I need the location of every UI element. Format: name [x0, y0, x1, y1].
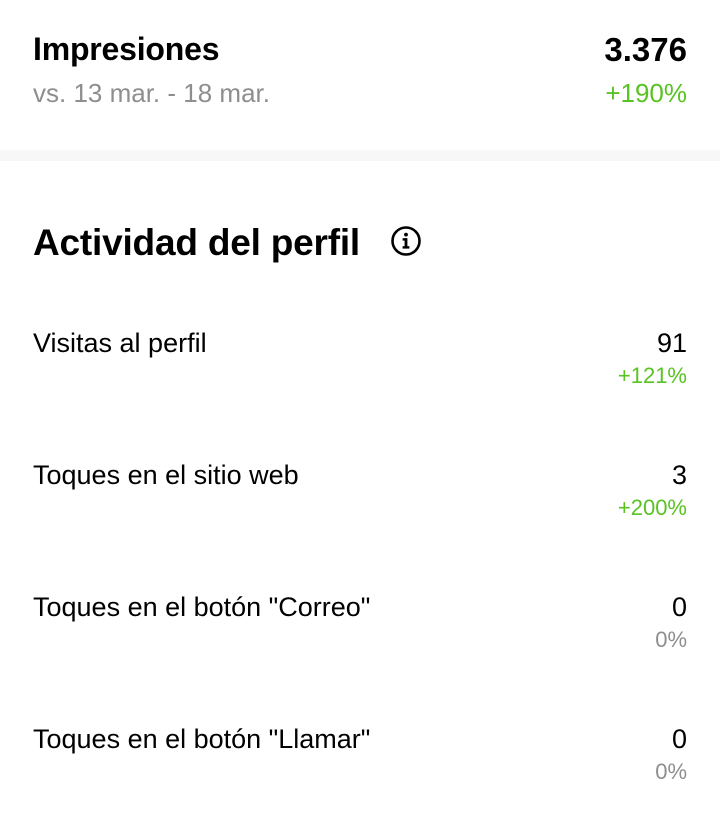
metric-label: Toques en el botón "Llamar" [33, 724, 371, 754]
section-title: Actividad del perfil [33, 222, 361, 263]
metric-label: Visitas al perfil [33, 328, 207, 358]
metric-change: +121% [617, 363, 687, 388]
metric-change: +200% [617, 495, 687, 520]
metric-row-profile-visits[interactable]: Visitas al perfil 91 +121% [0, 327, 720, 427]
metric-value: 91 [656, 328, 687, 358]
impressions-value: 3.376 [604, 31, 687, 68]
metric-change: 0% [655, 627, 687, 652]
info-icon[interactable] [390, 225, 422, 257]
metric-row-website-taps[interactable]: Toques en el sitio web 3 +200% [0, 459, 720, 559]
metric-change: 0% [655, 759, 687, 784]
impressions-change: +190% [605, 78, 687, 108]
impressions-summary[interactable]: Impresiones vs. 13 mar. - 18 mar. 3.376 … [0, 0, 720, 150]
metric-value: 0 [671, 592, 687, 622]
metric-value: 3 [671, 460, 687, 490]
impressions-title: Impresiones [33, 31, 220, 67]
metric-row-call-taps[interactable]: Toques en el botón "Llamar" 0 0% [0, 723, 720, 823]
metric-row-email-taps[interactable]: Toques en el botón "Correo" 0 0% [0, 591, 720, 691]
metric-label: Toques en el botón "Correo" [33, 592, 371, 622]
metric-value: 0 [671, 724, 687, 754]
metric-label: Toques en el sitio web [33, 460, 299, 490]
comparison-period: vs. 13 mar. - 18 mar. [33, 78, 270, 108]
section-divider [0, 150, 720, 161]
